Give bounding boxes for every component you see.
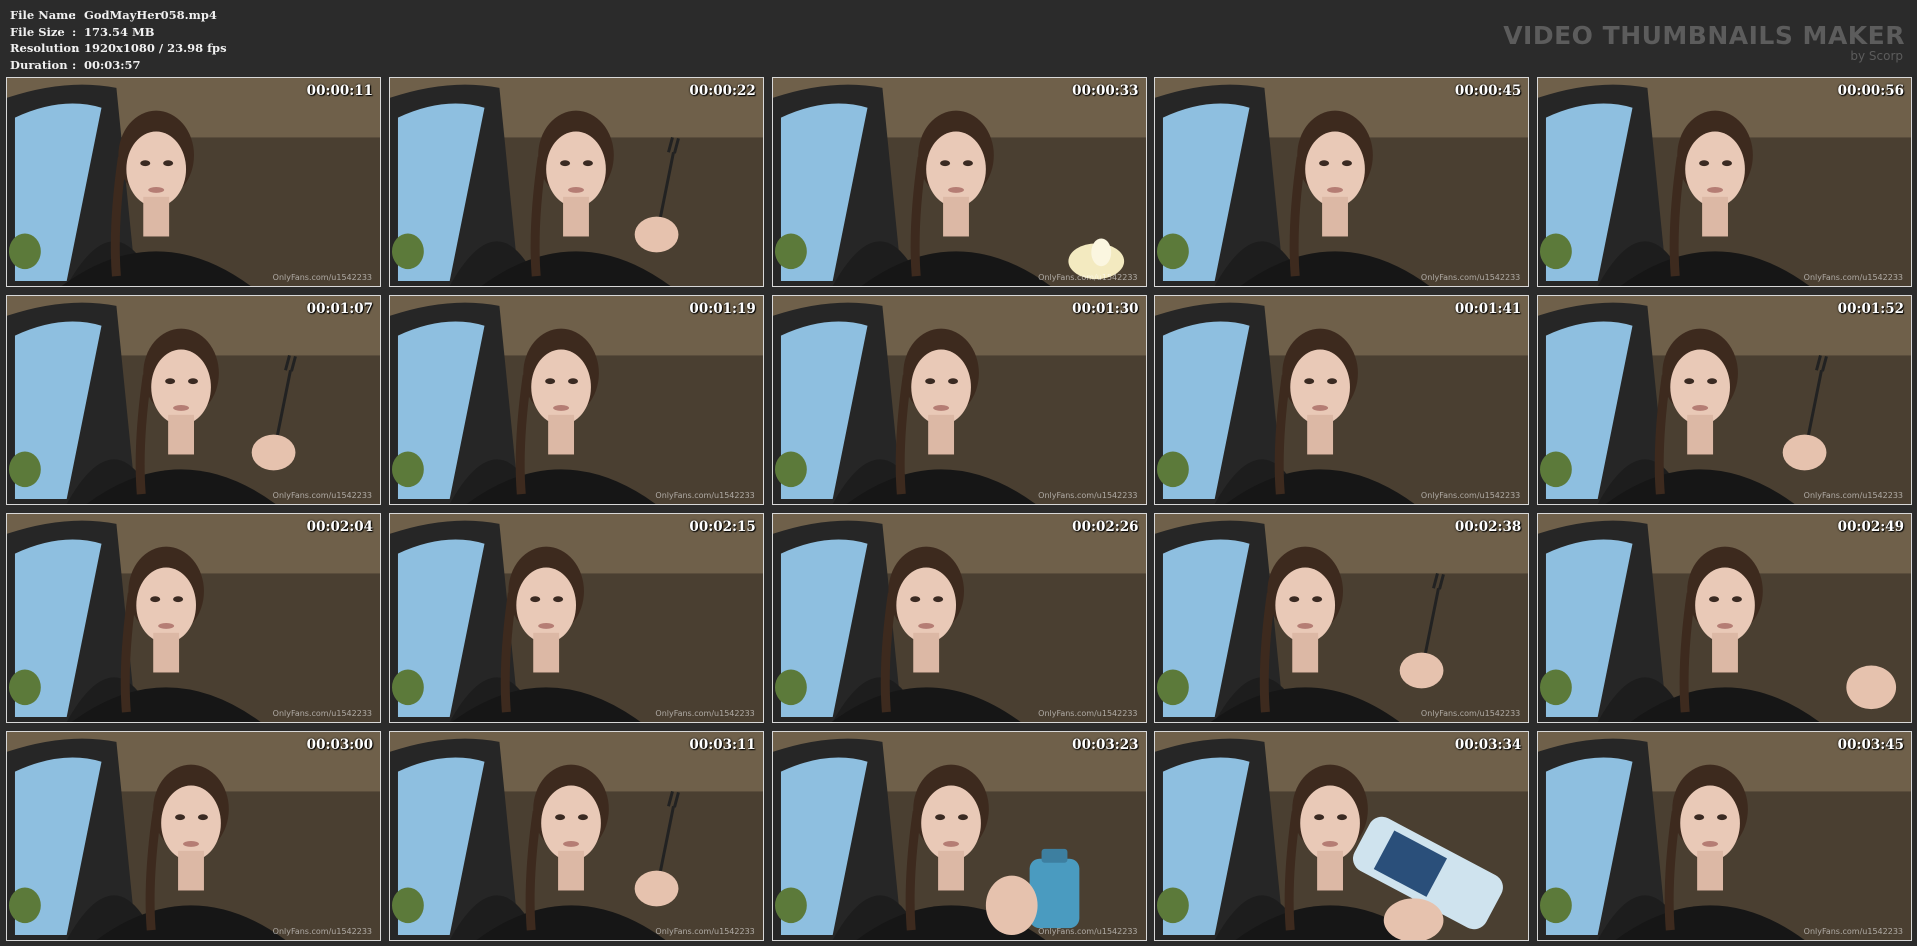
- file-info-value: 00:03:57: [84, 57, 141, 72]
- video-frame: [1155, 78, 1529, 286]
- thumbnail-frame[interactable]: 00:01:52 OnlyFans.com/u1542233: [1537, 295, 1912, 505]
- file-info-value: 173.54 MB: [84, 24, 155, 39]
- watermark-text: OnlyFans.com/u1542233: [1803, 927, 1903, 936]
- video-frame: [772, 296, 1146, 504]
- file-info-separator: :: [72, 8, 77, 22]
- watermark-text: OnlyFans.com/u1542233: [272, 273, 372, 282]
- video-frame: [389, 514, 763, 722]
- watermark-text: OnlyFans.com/u1542233: [1038, 927, 1138, 936]
- thumbnail-frame[interactable]: 00:01:41 OnlyFans.com/u1542233: [1154, 295, 1530, 505]
- file-info-row: Duration:00:03:57: [10, 57, 227, 74]
- video-frame: [7, 78, 380, 286]
- thumbnail-frame[interactable]: 00:03:23 OnlyFans.com/u1542233: [771, 731, 1147, 941]
- file-info-value: GodMayHer058.mp4: [84, 8, 217, 22]
- watermark-text: OnlyFans.com/u1542233: [655, 927, 755, 936]
- video-frame: [7, 296, 380, 504]
- video-frame: [772, 78, 1146, 286]
- thumbnail-frame[interactable]: 00:03:45 OnlyFans.com/u1542233: [1537, 731, 1912, 941]
- video-frame: [1155, 296, 1529, 504]
- thumbnail-frame[interactable]: 00:02:15 OnlyFans.com/u1542233: [388, 513, 764, 723]
- thumbnail-frame[interactable]: 00:00:33 OnlyFans.com/u1542233: [771, 77, 1147, 287]
- video-frame: [1155, 514, 1529, 722]
- thumbnail-frame[interactable]: 00:01:30 OnlyFans.com/u1542233: [771, 295, 1147, 505]
- file-info-row: File Size:173.54 MB: [10, 24, 227, 41]
- file-info-label: File Name: [10, 8, 76, 22]
- video-frame: [1538, 514, 1911, 722]
- timestamp-label: 00:02:49: [1837, 519, 1904, 535]
- timestamp-label: 00:00:11: [306, 83, 373, 99]
- video-frame: [389, 78, 763, 286]
- info-header: File Name: GodMayHer058.mp4 File Size:173.…: [0, 0, 1917, 74]
- watermark-text: OnlyFans.com/u1542233: [1038, 709, 1138, 718]
- timestamp-label: 00:01:41: [1454, 301, 1522, 317]
- watermark-text: OnlyFans.com/u1542233: [1803, 491, 1903, 500]
- timestamp-label: 00:02:15: [689, 519, 756, 535]
- watermark-text: OnlyFans.com/u1542233: [1420, 709, 1521, 718]
- timestamp-label: 00:01:07: [306, 301, 373, 317]
- thumbnail-frame[interactable]: 00:00:22: [388, 77, 764, 287]
- video-frame: [389, 296, 763, 504]
- video-frame: [389, 732, 763, 940]
- brand-logo: VIDEO THUMBNAILS MAKER by Scorp: [1503, 21, 1905, 63]
- watermark-text: OnlyFans.com/u1542233: [655, 491, 755, 500]
- file-info: File Name: GodMayHer058.mp4 File Size:173.…: [10, 7, 227, 73]
- thumbnail-frame[interactable]: 00:01:19 OnlyFans.com/u1542233: [388, 295, 764, 505]
- file-info-value: 1920x1080 / 23.98 fps: [84, 41, 227, 55]
- timestamp-label: 00:00:22: [689, 83, 756, 99]
- thumbnail-frame[interactable]: 00:02:26 OnlyFans.com/u1542233: [771, 513, 1147, 723]
- watermark-text: OnlyFans.com/u1542233: [272, 927, 372, 936]
- brand-subtitle: by Scorp: [1850, 49, 1903, 63]
- watermark-text: OnlyFans.com/u1542233: [272, 491, 372, 500]
- thumbnail-grid: 00:00:11 OnlyFans.com/u1542233 00:00:22 00:…: [6, 77, 1912, 941]
- timestamp-label: 00:02:04: [306, 519, 373, 535]
- video-frame: [772, 732, 1146, 940]
- thumbnail-frame[interactable]: 00:02:04 OnlyFans.com/u1542233: [6, 513, 381, 723]
- file-info-row: File Name: GodMayHer058.mp4: [10, 7, 227, 24]
- thumbnail-frame[interactable]: 00:03:34: [1154, 731, 1530, 941]
- video-frame: [1538, 732, 1911, 940]
- brand-title: VIDEO THUMBNAILS MAKER: [1503, 21, 1905, 50]
- file-info-label: Resolution: [10, 41, 80, 55]
- timestamp-label: 00:03:00: [306, 737, 373, 753]
- timestamp-label: 00:03:11: [689, 737, 756, 753]
- thumbnail-frame[interactable]: 00:02:38 OnlyFans.com/u1542233: [1154, 513, 1530, 723]
- timestamp-label: 00:00:56: [1837, 83, 1904, 99]
- thumbnail-frame[interactable]: 00:02:49: [1537, 513, 1912, 723]
- watermark-text: OnlyFans.com/u1542233: [1038, 491, 1138, 500]
- watermark-text: OnlyFans.com/u1542233: [655, 709, 755, 718]
- timestamp-label: 00:01:19: [689, 301, 756, 317]
- timestamp-label: 00:02:38: [1454, 519, 1522, 535]
- thumbnail-frame[interactable]: 00:03:11 OnlyFans.com/u1542233: [388, 731, 764, 941]
- timestamp-label: 00:01:52: [1837, 301, 1904, 317]
- file-info-separator: :: [72, 24, 77, 39]
- video-frame: [7, 514, 380, 722]
- video-frame: [1538, 78, 1911, 286]
- thumbnail-frame[interactable]: 00:00:56 OnlyFans.com/u1542233: [1537, 77, 1912, 287]
- watermark-text: OnlyFans.com/u1542233: [1803, 273, 1903, 282]
- timestamp-label: 00:00:45: [1454, 83, 1522, 99]
- video-frame: [7, 732, 380, 940]
- timestamp-label: 00:03:34: [1454, 737, 1522, 753]
- timestamp-label: 00:02:26: [1072, 519, 1139, 535]
- file-info-row: Resolution:1920x1080 / 23.98 fps: [10, 40, 227, 57]
- timestamp-label: 00:03:23: [1072, 737, 1139, 753]
- file-info-label: File Size: [10, 24, 65, 39]
- file-info-separator: :: [72, 57, 77, 72]
- video-frame: [1538, 296, 1911, 504]
- watermark-text: OnlyFans.com/u1542233: [1420, 491, 1521, 500]
- thumbnail-frame[interactable]: 00:00:11 OnlyFans.com/u1542233: [6, 77, 381, 287]
- watermark-text: OnlyFans.com/u1542233: [1038, 273, 1138, 282]
- thumbnail-frame[interactable]: 00:01:07 OnlyFans.com/u1542233: [6, 295, 381, 505]
- timestamp-label: 00:03:45: [1837, 737, 1904, 753]
- timestamp-label: 00:01:30: [1072, 301, 1139, 317]
- thumbnail-frame[interactable]: 00:03:00 OnlyFans.com/u1542233: [6, 731, 381, 941]
- watermark-text: OnlyFans.com/u1542233: [1420, 273, 1521, 282]
- file-info-label: Duration: [10, 57, 68, 72]
- timestamp-label: 00:00:33: [1072, 83, 1139, 99]
- thumbnail-frame[interactable]: 00:00:45 OnlyFans.com/u1542233: [1154, 77, 1530, 287]
- video-frame: [772, 514, 1146, 722]
- video-frame: [1155, 732, 1529, 940]
- watermark-text: OnlyFans.com/u1542233: [272, 709, 372, 718]
- file-info-separator: :: [72, 41, 77, 55]
